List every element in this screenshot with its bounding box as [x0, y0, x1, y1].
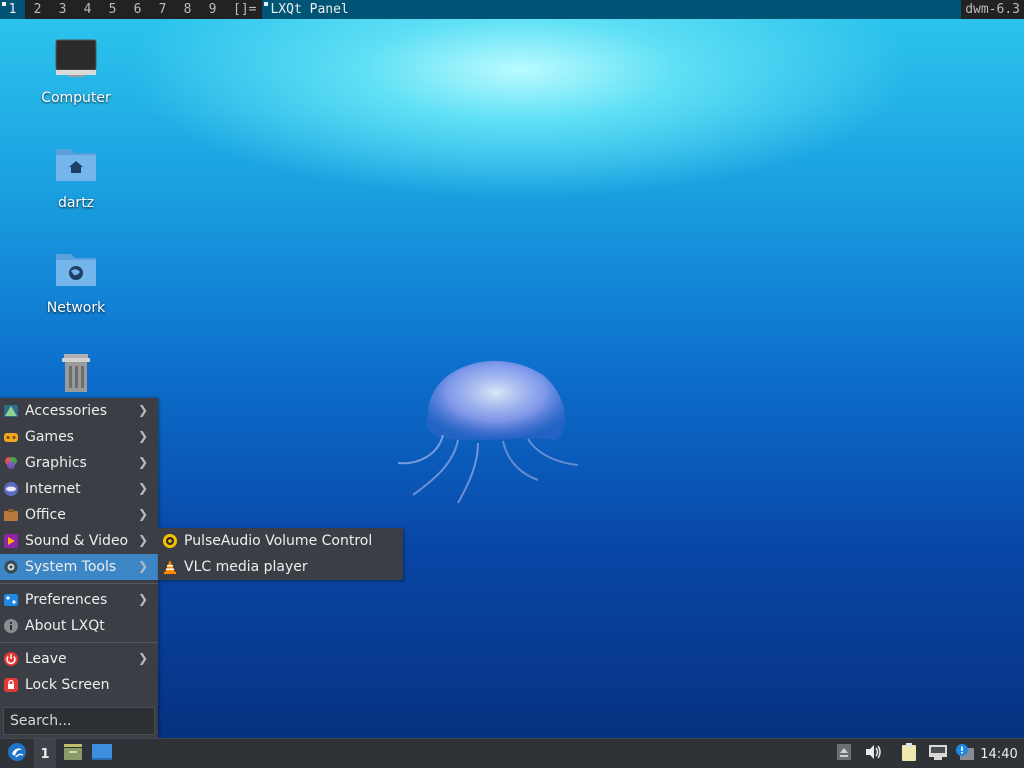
vlc-icon: [161, 559, 178, 576]
chevron-right-icon: ❯: [137, 592, 148, 606]
menu-item-internet[interactable]: Internet ❯: [0, 476, 158, 502]
menu-item-label: Office: [25, 507, 66, 523]
accessories-icon: [2, 403, 19, 420]
system-tools-icon: [2, 559, 19, 576]
menu-item-label: Graphics: [25, 455, 87, 471]
show-desktop-button[interactable]: [89, 739, 115, 768]
desktop-icon-network[interactable]: Network: [26, 246, 126, 316]
menu-search-input[interactable]: [3, 707, 155, 735]
clock[interactable]: 14:40: [974, 739, 1024, 768]
tag-9[interactable]: 9: [200, 0, 225, 19]
tag-5[interactable]: 5: [100, 0, 125, 19]
desktop-icon-label: dartz: [57, 195, 95, 211]
menu-item-label: Preferences: [25, 592, 108, 608]
desktop-icon: [91, 742, 113, 766]
notification-icon: [955, 743, 975, 765]
chevron-right-icon: ❯: [137, 533, 148, 547]
menu-item-label: Internet: [25, 481, 81, 497]
menu-item-label: About LXQt: [25, 618, 105, 634]
submenu-item-vlc[interactable]: VLC media player: [158, 554, 403, 580]
lxqt-logo-icon: [7, 742, 27, 766]
menu-item-accessories[interactable]: Accessories ❯: [0, 398, 158, 424]
window-title: LXQt Panel: [262, 0, 962, 19]
desktop-icon-home[interactable]: dartz: [26, 141, 126, 211]
desktop-icon-label: Network: [46, 300, 106, 316]
menu-item-system-tools[interactable]: System Tools ❯: [0, 554, 158, 580]
power-icon: [2, 651, 19, 668]
menu-item-lock-screen[interactable]: Lock Screen: [0, 672, 158, 698]
games-icon: [2, 429, 19, 446]
dwm-status-text: dwm-6.3: [965, 2, 1020, 17]
computer-icon: [52, 36, 100, 84]
volume-button[interactable]: [862, 739, 884, 768]
pulseaudio-icon: [161, 533, 178, 550]
tag-6[interactable]: 6: [125, 0, 150, 19]
menu-item-preferences[interactable]: Preferences ❯: [0, 587, 158, 613]
chevron-right-icon: ❯: [137, 651, 148, 665]
lock-icon: [2, 677, 19, 694]
menu-item-label: Games: [25, 429, 74, 445]
menu-separator: [0, 583, 158, 584]
menu-item-label: PulseAudio Volume Control: [184, 533, 373, 549]
menu-item-leave[interactable]: Leave ❯: [0, 646, 158, 672]
file-manager-launcher[interactable]: [60, 739, 86, 768]
network-folder-icon: [52, 246, 100, 294]
trash-icon: [52, 350, 100, 398]
tag-8[interactable]: 8: [175, 0, 200, 19]
menu-separator: [0, 642, 158, 643]
menu-item-label: Leave: [25, 651, 67, 667]
menu-item-graphics[interactable]: Graphics ❯: [0, 450, 158, 476]
tray-toggle-button[interactable]: [834, 739, 854, 768]
desktop-icon-trash[interactable]: [26, 350, 126, 404]
menu-item-games[interactable]: Games ❯: [0, 424, 158, 450]
network-button[interactable]: [926, 739, 950, 768]
menu-item-office[interactable]: Office ❯: [0, 502, 158, 528]
tag-3[interactable]: 3: [50, 0, 75, 19]
graphics-icon: [2, 455, 19, 472]
tag-2[interactable]: 2: [25, 0, 50, 19]
jellyfish-wallpaper-graphic: [397, 360, 579, 504]
network-wired-icon: [928, 743, 948, 765]
menu-item-label: System Tools: [25, 559, 117, 575]
menu-item-label: Lock Screen: [25, 677, 110, 693]
menu-item-label: VLC media player: [184, 559, 308, 575]
dwm-status-bar: 1 2 3 4 5 6 7 8 9 []= LXQt Panel dwm-6.3: [0, 0, 1024, 19]
chevron-right-icon: ❯: [137, 455, 148, 469]
submenu-item-pulseaudio[interactable]: PulseAudio Volume Control: [158, 528, 403, 554]
tag-4[interactable]: 4: [75, 0, 100, 19]
chevron-up-icon: [836, 743, 852, 765]
volume-icon: [864, 743, 882, 765]
home-folder-icon: [52, 141, 100, 189]
chevron-right-icon: ❯: [137, 403, 148, 417]
file-manager-icon: [62, 742, 84, 766]
internet-icon: [2, 481, 19, 498]
menu-item-about-lxqt[interactable]: About LXQt: [0, 613, 158, 639]
desktop-icon-label: Computer: [41, 90, 111, 106]
system-tools-submenu: PulseAudio Volume Control VLC media play…: [158, 528, 403, 580]
info-icon: [2, 618, 19, 635]
clipboard-button[interactable]: [898, 739, 920, 768]
start-menu-button[interactable]: [2, 739, 32, 768]
chevron-right-icon: ❯: [137, 507, 148, 521]
desktop-icon-computer[interactable]: Computer: [26, 36, 126, 106]
chevron-right-icon: ❯: [137, 429, 148, 443]
sound-video-icon: [2, 533, 19, 550]
menu-item-sound-video[interactable]: Sound & Video ❯: [0, 528, 158, 554]
application-menu: Accessories ❯ Games ❯ Graphics ❯ Interne…: [0, 398, 158, 738]
layout-symbol[interactable]: []=: [225, 0, 262, 19]
chevron-right-icon: ❯: [137, 559, 148, 573]
chevron-right-icon: ❯: [137, 481, 148, 495]
menu-item-label: Sound & Video: [25, 533, 129, 549]
tag-7[interactable]: 7: [150, 0, 175, 19]
office-icon: [2, 507, 19, 524]
tag-1[interactable]: 1: [0, 0, 25, 19]
menu-item-label: Accessories: [25, 403, 108, 419]
lxqt-panel: 1 14:40: [0, 738, 1024, 768]
preferences-icon: [2, 592, 19, 609]
desktop-switch-1[interactable]: 1: [34, 739, 56, 768]
clipboard-icon: [900, 742, 918, 766]
